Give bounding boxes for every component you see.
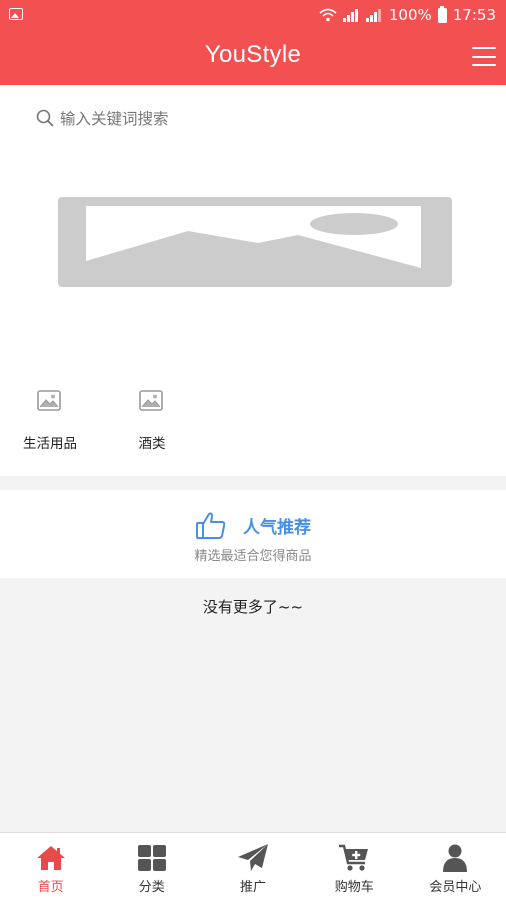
recommend-title: 人气推荐 bbox=[243, 517, 311, 538]
tab-member-center[interactable]: 会员中心 bbox=[405, 833, 506, 900]
tab-promote[interactable]: 推广 bbox=[202, 833, 303, 900]
menu-icon[interactable] bbox=[472, 47, 496, 67]
recommend-section: 人气推荐 精选最适合您得商品 bbox=[0, 490, 506, 578]
paper-plane-icon bbox=[238, 844, 268, 871]
clock: 17:53 bbox=[452, 6, 496, 24]
list-end-text: 没有更多了~~ bbox=[202, 598, 304, 616]
image-placeholder-icon bbox=[139, 390, 163, 411]
battery-percent: 100% bbox=[388, 6, 432, 24]
category-item[interactable]: 生活用品 bbox=[14, 388, 86, 452]
home-icon bbox=[36, 846, 65, 870]
tab-home[interactable]: 首页 bbox=[0, 833, 101, 900]
battery-icon bbox=[437, 5, 447, 23]
image-placeholder-icon bbox=[37, 390, 61, 411]
app-header: YouStyle bbox=[0, 30, 506, 85]
wifi-icon bbox=[319, 8, 337, 22]
cart-icon bbox=[339, 844, 369, 871]
tab-label: 推广 bbox=[240, 880, 267, 895]
signal-icon-2 bbox=[365, 8, 383, 22]
tab-label: 首页 bbox=[37, 880, 64, 895]
banner-image-placeholder[interactable] bbox=[58, 197, 452, 287]
status-indicators: 100% 17:53 bbox=[319, 5, 496, 25]
tab-label: 会员中心 bbox=[429, 880, 482, 895]
status-bar: 100% 17:53 bbox=[0, 0, 506, 30]
search-placeholder: 输入关键词搜索 bbox=[60, 110, 169, 128]
recommend-subtitle: 精选最适合您得商品 bbox=[194, 549, 312, 564]
grid-icon bbox=[137, 845, 166, 871]
tab-category[interactable]: 分类 bbox=[101, 833, 202, 900]
bottom-tab-bar: 首页 分类 推广 购物车 会员中心 bbox=[0, 832, 506, 900]
category-label: 生活用品 bbox=[23, 436, 77, 452]
category-item[interactable]: 酒类 bbox=[116, 388, 188, 452]
thumbs-up-icon bbox=[196, 512, 226, 539]
user-icon bbox=[443, 844, 468, 872]
recommend-header: 人气推荐 bbox=[0, 508, 506, 542]
tab-label: 分类 bbox=[138, 880, 165, 895]
search-bar[interactable]: 输入关键词搜索 bbox=[36, 107, 169, 129]
signal-icon bbox=[342, 8, 360, 22]
tab-label: 购物车 bbox=[334, 880, 374, 895]
home-top-panel: 输入关键词搜索 生活用品 酒类 bbox=[0, 85, 506, 476]
gallery-notification-icon bbox=[9, 8, 23, 20]
tab-cart[interactable]: 购物车 bbox=[304, 833, 405, 900]
search-icon bbox=[36, 109, 54, 127]
category-label: 酒类 bbox=[138, 436, 166, 452]
app-title: YouStyle bbox=[204, 41, 302, 68]
